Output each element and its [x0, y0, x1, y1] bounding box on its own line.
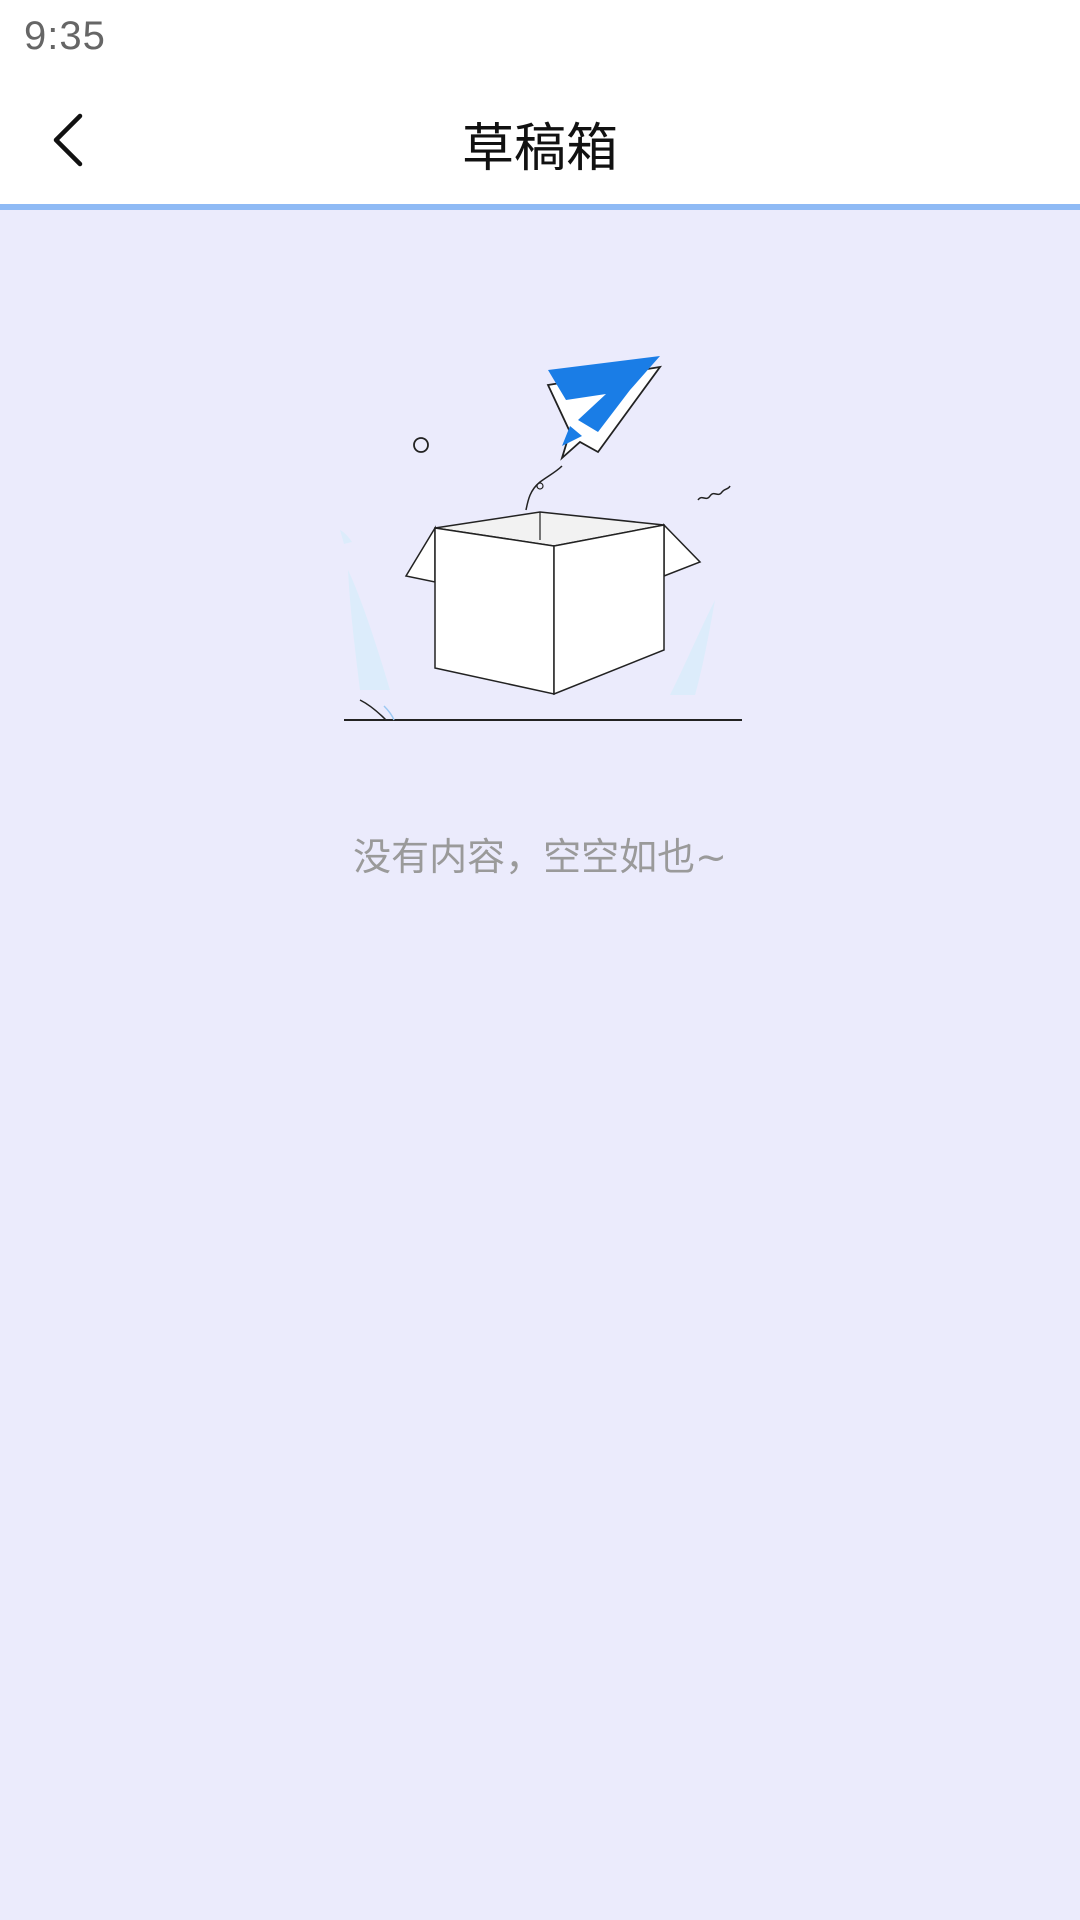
app-bar: 草稿箱	[0, 76, 1080, 210]
page-title: 草稿箱	[461, 119, 618, 179]
status-time: 9:35	[24, 14, 106, 58]
status-bar: 9:35	[0, 0, 1080, 76]
empty-box-illustration	[340, 356, 742, 721]
empty-state-message: 没有内容，空空如也~	[353, 835, 727, 879]
main-content: 没有内容，空空如也~	[0, 210, 1080, 1920]
